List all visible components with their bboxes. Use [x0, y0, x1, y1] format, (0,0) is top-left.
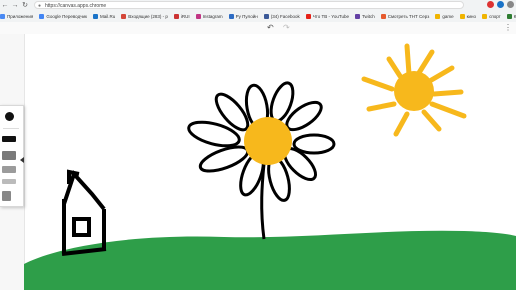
forward-icon[interactable]: →: [10, 0, 20, 10]
bookmark-item[interactable]: Входящие (283) - р: [121, 13, 168, 19]
bookmark-favicon-icon: [435, 13, 441, 19]
bookmark-favicon-icon: [228, 13, 234, 19]
color-swatch[interactable]: [2, 151, 16, 160]
bookmark-label: Входящие (283) - р: [128, 13, 168, 19]
house-drawing: [61, 169, 107, 256]
bookmark-favicon-icon: [263, 13, 269, 19]
bookmark-item[interactable]: iRUI: [173, 13, 190, 19]
bookmark-label: Приложения: [7, 13, 34, 19]
tool-panel: [0, 105, 24, 207]
bookmark-label: Twitch: [361, 13, 375, 19]
extension-icons: [487, 1, 514, 8]
reload-icon[interactable]: ↻: [20, 0, 30, 10]
grass-shape: [24, 230, 516, 290]
selected-tool-pointer-icon: [20, 157, 24, 163]
bookmark-item[interactable]: Twitch: [354, 13, 375, 19]
bookmark-label: Google Переводчик: [46, 13, 88, 19]
redo-icon[interactable]: ↷: [283, 23, 290, 32]
bookmark-item[interactable]: спорт: [482, 13, 501, 19]
bookmark-label: iRUI: [180, 13, 190, 19]
bookmark-label: спорт: [489, 13, 501, 19]
bookmark-label: Instagram: [202, 13, 223, 19]
divider: [3, 128, 19, 129]
browser-chrome: ← → ↻ ● https://canvas.apps.chrome Прило…: [0, 0, 516, 23]
color-swatch[interactable]: [2, 179, 16, 184]
bookmark-label: Что ТВ - YouTube: [312, 13, 349, 19]
drawing-artwork[interactable]: [24, 34, 516, 290]
brush-size-indicator[interactable]: [5, 112, 14, 121]
bookmark-favicon-icon: [354, 13, 360, 19]
address-bar[interactable]: ● https://canvas.apps.chrome: [34, 1, 464, 9]
bookmark-item[interactable]: game: [435, 13, 454, 19]
bookmark-item[interactable]: Ру Пулойн: [228, 13, 258, 19]
bookmark-label: кино: [466, 13, 477, 19]
menu-icon[interactable]: [507, 1, 514, 8]
more-vert-icon[interactable]: ⋮: [504, 23, 512, 32]
bookmark-item[interactable]: (34) Facebook: [263, 13, 300, 19]
back-icon[interactable]: ←: [0, 0, 10, 10]
color-swatch[interactable]: [2, 136, 16, 142]
lock-icon: ●: [38, 3, 42, 9]
bookmark-favicon-icon: [39, 13, 45, 19]
bookmark-favicon-icon: [173, 13, 179, 19]
bookmark-item[interactable]: Смотреть ТНТ Серз: [380, 13, 430, 19]
bookmark-item[interactable]: Mail.Ru: [93, 13, 116, 19]
extension-icon[interactable]: [497, 1, 504, 8]
bookmark-label: Mail.Ru: [100, 13, 116, 19]
bookmark-label: game: [442, 13, 454, 19]
sun-shape: [394, 71, 434, 111]
bookmark-favicon-icon: [0, 13, 5, 19]
undo-icon[interactable]: ↶: [267, 23, 274, 32]
bookmark-favicon-icon: [195, 13, 201, 19]
color-swatch[interactable]: [2, 191, 11, 201]
bookmark-favicon-icon: [506, 13, 512, 19]
extension-icon[interactable]: [487, 1, 494, 8]
bookmark-favicon-icon: [380, 13, 386, 19]
bookmark-item[interactable]: Календарь8Я бесп: [506, 13, 516, 19]
bookmark-item[interactable]: Instagram: [195, 13, 223, 19]
bookmark-label: Смотреть ТНТ Серз: [387, 13, 430, 19]
bookmark-favicon-icon: [305, 13, 311, 19]
bookmark-item[interactable]: кино: [459, 13, 477, 19]
bookmark-favicon-icon: [93, 13, 99, 19]
bookmark-label: Ру Пулойн: [235, 13, 258, 19]
bookmark-favicon-icon: [121, 13, 127, 19]
color-swatch[interactable]: [2, 166, 16, 173]
bookmark-favicon-icon: [459, 13, 465, 19]
url-text: https://canvas.apps.chrome: [45, 3, 107, 9]
bookmarks-bar: Приложения Google Переводчик Mail.Ru Входящ…: [0, 11, 516, 21]
flower-center: [244, 117, 292, 165]
bookmark-item[interactable]: Приложения: [0, 13, 34, 19]
bookmark-label: (34) Facebook: [270, 13, 300, 19]
bookmark-item[interactable]: Что ТВ - YouTube: [305, 13, 349, 19]
address-row: ← → ↻ ● https://canvas.apps.chrome: [0, 0, 516, 10]
bookmark-favicon-icon: [482, 13, 488, 19]
bookmark-item[interactable]: Google Переводчик: [39, 13, 88, 19]
